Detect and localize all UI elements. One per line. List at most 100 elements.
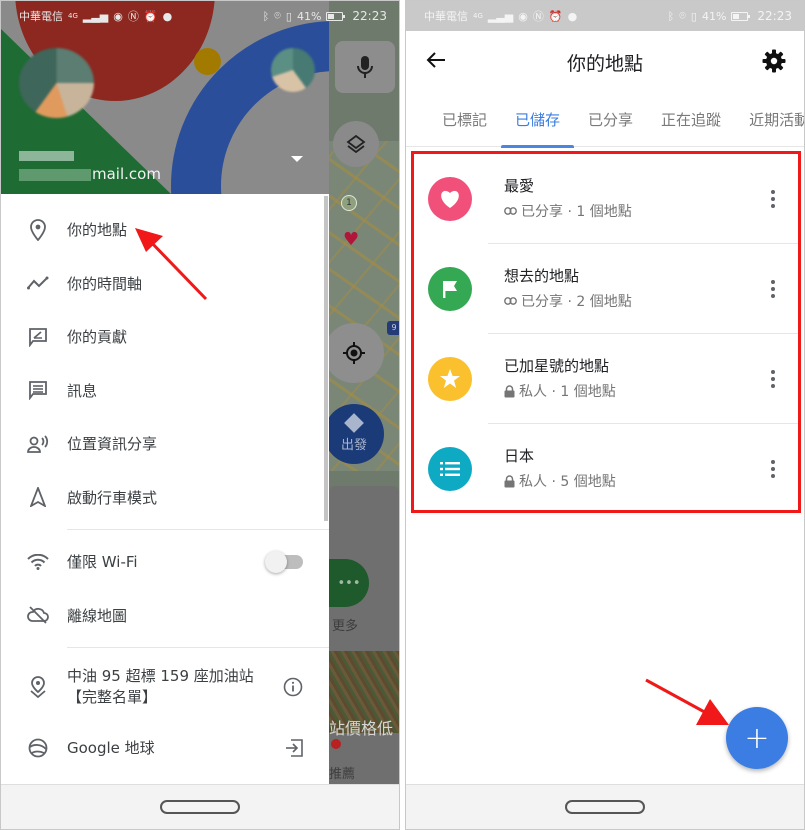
lock-icon	[504, 384, 515, 397]
settings-button[interactable]	[762, 49, 786, 77]
more-options-button[interactable]	[771, 189, 775, 208]
battery-percent: 41%	[701, 9, 727, 23]
menu-item-label: 你的時間軸	[67, 274, 143, 293]
menu-item-label: 位置資訊分享	[67, 435, 158, 454]
list-meta: 已分享 · 2 個地點	[504, 291, 632, 311]
menu-item-label: Google 地球	[67, 739, 155, 758]
back-button[interactable]	[426, 51, 446, 73]
layers-icon	[346, 134, 366, 154]
chat-icon: ●	[162, 9, 173, 23]
saved-lists: 最愛 已分享 · 1 個地點 想去的地點 已分享 · 2 個地點 已加星號的地點…	[411, 151, 801, 513]
avatar[interactable]	[19, 48, 94, 118]
list-name: 已加星號的地點	[504, 357, 610, 375]
star-icon	[428, 356, 472, 401]
battery-percent: 41%	[296, 9, 322, 23]
heart-icon	[428, 176, 472, 221]
menu-item-your-places[interactable]: 你的地點	[1, 203, 329, 257]
menu-item-driving-mode[interactable]: 啟動行車模式	[1, 471, 329, 525]
home-pill-button[interactable]	[160, 800, 240, 814]
tab-following[interactable]: 正在追蹤	[647, 101, 735, 147]
vibrate-icon: ▯	[285, 9, 292, 23]
tab-labeled[interactable]: 已標記	[406, 101, 501, 147]
drawer-menu: 你的地點 你的時間軸 你的貢獻 訊息 位置資訊分享 啟動行車模式 僅限 Wi-F…	[1, 203, 329, 775]
message-icon	[25, 377, 51, 403]
list-meta-text: 私人 · 1 個地點	[519, 384, 616, 400]
map-background[interactable]: 1 ♥ 9 出發 ••• 更多 站價格低 推薦	[329, 1, 399, 786]
account-dropdown-icon[interactable]	[291, 156, 303, 162]
list-item-text: 日本 私人 · 5 個地點	[504, 446, 616, 491]
menu-item-label: 你的地點	[67, 221, 128, 240]
menu-item-label: 啟動行車模式	[67, 488, 158, 507]
menu-item-wifi-only[interactable]: 僅限 Wi-Fi	[1, 535, 329, 589]
tab-saved[interactable]: 已儲存	[501, 101, 575, 148]
back-arrow-icon	[426, 52, 445, 68]
menu-item-label: 訊息	[67, 381, 98, 400]
eye-icon: ◉	[518, 9, 528, 23]
voice-search-button[interactable]	[335, 41, 395, 93]
info-icon[interactable]	[283, 677, 303, 697]
list-meta-text: 已分享 · 2 個地點	[521, 294, 632, 310]
battery-icon	[326, 11, 346, 21]
microphone-icon	[357, 56, 373, 78]
list-item-japan[interactable]: 日本 私人 · 5 個地點	[414, 424, 798, 513]
wifi-only-toggle[interactable]	[265, 550, 303, 573]
list-meta-text: 私人 · 5 個地點	[519, 474, 616, 490]
bluetooth-icon: ᛒ	[667, 9, 675, 23]
secondary-account-avatar[interactable]	[271, 48, 315, 92]
more-options-button[interactable]	[771, 279, 775, 298]
menu-item-gas-station-promo[interactable]: 中油 95 超標 159 座加油站 【完整名單】	[1, 653, 329, 721]
clock: 22:23	[352, 9, 387, 23]
menu-item-label: 離線地圖	[67, 606, 128, 625]
navigation-icon	[25, 484, 51, 510]
bluetooth-icon: ᛒ	[262, 9, 270, 23]
home-pill-button[interactable]	[565, 800, 645, 814]
list-item-starred[interactable]: 已加星號的地點 私人 · 1 個地點	[414, 334, 798, 423]
heart-pin-icon[interactable]: ♥	[343, 229, 359, 250]
location-icon: ⌾	[274, 9, 281, 22]
list-meta: 已分享 · 1 個地點	[504, 201, 632, 221]
more-label: 更多	[332, 619, 359, 634]
go-label: 出發	[340, 437, 367, 453]
drawer-scrollbar[interactable]	[324, 196, 328, 521]
vibrate-icon: ▯	[690, 9, 697, 23]
toggle-switch[interactable]	[265, 550, 303, 573]
tab-shared[interactable]: 已分享	[574, 101, 647, 147]
tab-recent-activity[interactable]: 近期活動	[735, 101, 804, 147]
pin-promo-icon	[25, 674, 51, 700]
gear-icon	[762, 49, 786, 73]
account-email: mail.com	[19, 165, 161, 183]
network-label: 4G	[68, 12, 78, 20]
menu-item-messages[interactable]: 訊息	[1, 364, 329, 418]
list-item-favorites[interactable]: 最愛 已分享 · 1 個地點	[414, 154, 798, 243]
link-icon	[504, 297, 517, 305]
eye-icon: ◉	[113, 9, 123, 23]
menu-item-google-earth[interactable]: Google 地球	[1, 721, 329, 775]
list-meta-text: 已分享 · 1 個地點	[521, 204, 632, 220]
list-meta: 私人 · 1 個地點	[504, 381, 616, 401]
menu-item-label: 僅限 Wi-Fi	[67, 553, 138, 572]
link-icon	[504, 207, 517, 215]
more-options-button[interactable]	[771, 459, 775, 478]
flag-icon	[428, 266, 472, 311]
add-list-button[interactable]: +	[726, 707, 788, 769]
menu-item-location-sharing[interactable]: 位置資訊分享	[1, 417, 329, 471]
battery-icon	[731, 11, 751, 21]
menu-divider	[67, 647, 329, 648]
list-item-text: 已加星號的地點 私人 · 1 個地點	[504, 356, 616, 401]
email-redacted	[19, 168, 91, 181]
menu-item-timeline[interactable]: 你的時間軸	[1, 257, 329, 311]
list-item-want-to-go[interactable]: 想去的地點 已分享 · 2 個地點	[414, 244, 798, 333]
more-options-button[interactable]	[771, 369, 775, 388]
layers-button[interactable]	[333, 121, 379, 167]
menu-item-contributions[interactable]: 你的貢獻	[1, 310, 329, 364]
wifi-icon	[25, 549, 51, 575]
list-name: 想去的地點	[504, 267, 580, 285]
promo-caption: 站價格低	[329, 719, 394, 738]
route-badge-1: 1	[341, 195, 357, 211]
status-bar: 中華電信 4G ▂▃▅ ◉ Ⓝ ⏰ ● ᛒ ⌾ ▯ 41% 22:23	[1, 1, 399, 31]
menu-item-offline-maps[interactable]: 離線地圖	[1, 589, 329, 643]
list-name: 日本	[504, 447, 535, 465]
directions-icon	[344, 412, 364, 433]
lock-icon	[504, 474, 515, 487]
open-external-icon[interactable]	[285, 738, 303, 757]
